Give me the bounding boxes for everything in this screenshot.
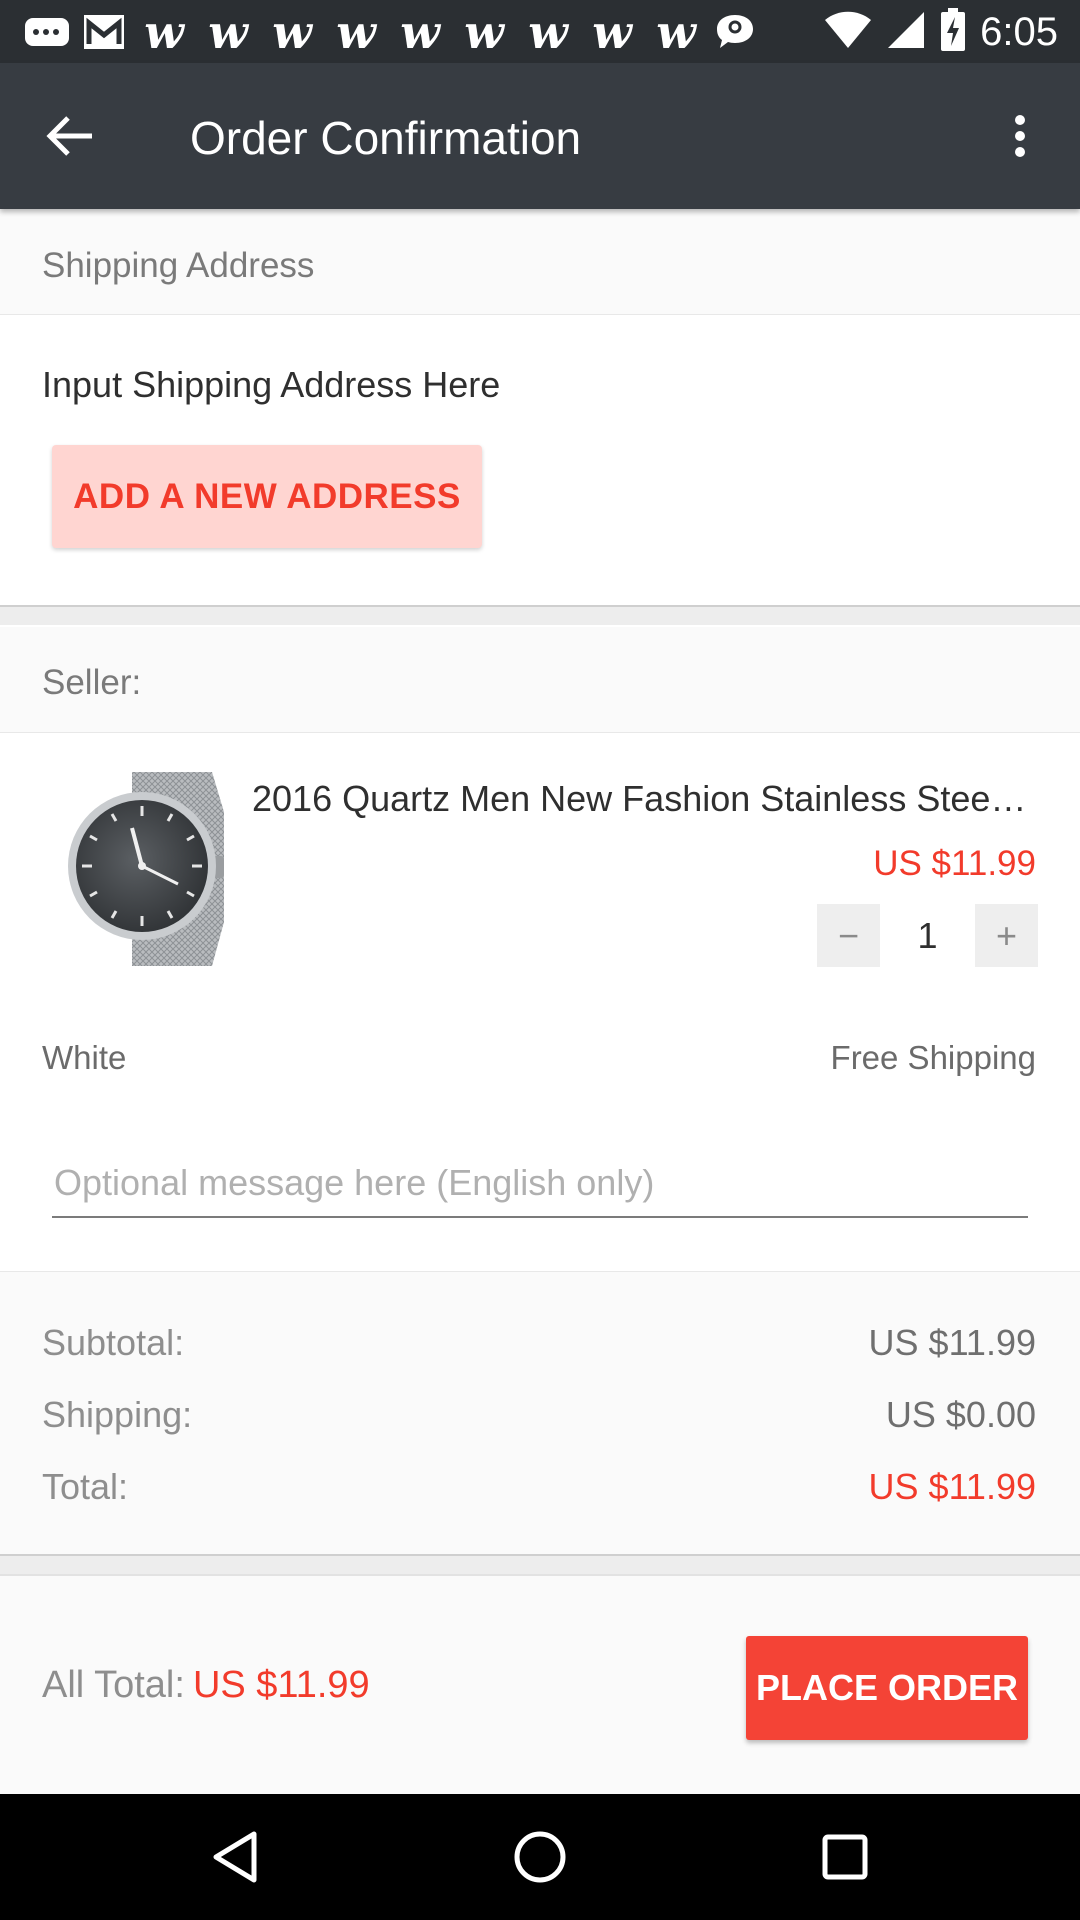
w-app-icon: w (592, 5, 632, 59)
system-icons: 6:05 (824, 6, 1058, 58)
back-button[interactable] (40, 106, 100, 166)
seller-message-input[interactable] (52, 1150, 1028, 1218)
w-app-icon: w (336, 5, 376, 59)
wifi-icon (824, 10, 872, 55)
shipping-address-hint: Input Shipping Address Here (42, 364, 501, 405)
chat-icon (714, 12, 756, 52)
page-title: Order Confirmation (190, 112, 582, 164)
battery-charging-icon (940, 7, 966, 57)
place-order-button[interactable]: PLACE ORDER (746, 1636, 1028, 1740)
game-icon (24, 12, 70, 52)
notification-icons: w w w w w w w w w (24, 8, 756, 56)
signal-icon (886, 10, 926, 55)
order-summary: Subtotal: US $11.99 Shipping: US $0.00 T… (0, 1271, 1080, 1554)
app-bar: Order Confirmation (0, 63, 1080, 209)
shipping-label: Shipping: (42, 1394, 193, 1435)
product-price: US $11.99 (873, 844, 1036, 883)
shipping-row: Shipping: US $0.00 (42, 1390, 1036, 1440)
total-row: Total: US $11.99 (42, 1462, 1036, 1512)
w-app-icon: w (144, 5, 184, 59)
wristwatch-image (68, 772, 224, 966)
all-total: All Total: US $11.99 (42, 1664, 370, 1707)
home-circle-icon (514, 1831, 566, 1883)
nav-recents-button[interactable] (810, 1822, 880, 1892)
shipping-method[interactable]: Free Shipping (831, 1039, 1036, 1077)
w-app-icon: w (528, 5, 568, 59)
section-divider (0, 1554, 1080, 1574)
arrow-back-icon (46, 116, 92, 156)
nav-home-button[interactable] (505, 1822, 575, 1892)
recents-square-icon (822, 1834, 868, 1880)
product-variant: White (42, 1039, 127, 1076)
subtotal-value: US $11.99 (868, 1322, 1036, 1363)
w-app-icon: w (208, 5, 248, 59)
subtotal-label: Subtotal: (42, 1322, 185, 1363)
shipping-value: US $0.00 (885, 1394, 1036, 1435)
gmail-icon (82, 12, 126, 52)
seller-header: Seller: (0, 627, 1080, 733)
shipping-address-title: Shipping Address (42, 246, 315, 285)
decrease-quantity-button[interactable]: − (817, 904, 880, 967)
increase-quantity-button[interactable]: + (975, 904, 1038, 967)
w-app-icon: w (656, 5, 696, 59)
status-bar: w w w w w w w w w 6:05 (0, 0, 1080, 63)
nav-back-button[interactable] (200, 1822, 270, 1892)
add-new-address-button[interactable]: ADD A NEW ADDRESS (52, 445, 482, 548)
w-app-icon: w (272, 5, 312, 59)
clock: 6:05 (980, 9, 1058, 54)
quantity-value[interactable]: 1 (880, 904, 975, 967)
subtotal-row: Subtotal: US $11.99 (42, 1318, 1036, 1368)
quantity-stepper: − 1 + (817, 904, 1038, 967)
all-total-label: All Total: (42, 1664, 185, 1706)
w-app-icon: w (400, 5, 440, 59)
back-triangle-icon (213, 1831, 257, 1883)
all-total-value: US $11.99 (192, 1664, 370, 1706)
seller-title: Seller: (42, 663, 142, 702)
shipping-address-header: Shipping Address (0, 209, 1080, 315)
checkout-footer: All Total: US $11.99 PLACE ORDER (0, 1574, 1080, 1794)
total-value: US $11.99 (868, 1466, 1036, 1507)
more-options-button[interactable] (990, 106, 1050, 166)
product-title[interactable]: 2016 Quartz Men New Fashion Stainless St… (252, 778, 1032, 820)
section-divider (0, 605, 1080, 625)
product-image[interactable] (62, 772, 232, 966)
more-vertical-icon (1015, 115, 1025, 157)
total-label: Total: (42, 1466, 129, 1507)
system-navigation-bar (0, 1794, 1080, 1920)
w-app-icon: w (464, 5, 504, 59)
